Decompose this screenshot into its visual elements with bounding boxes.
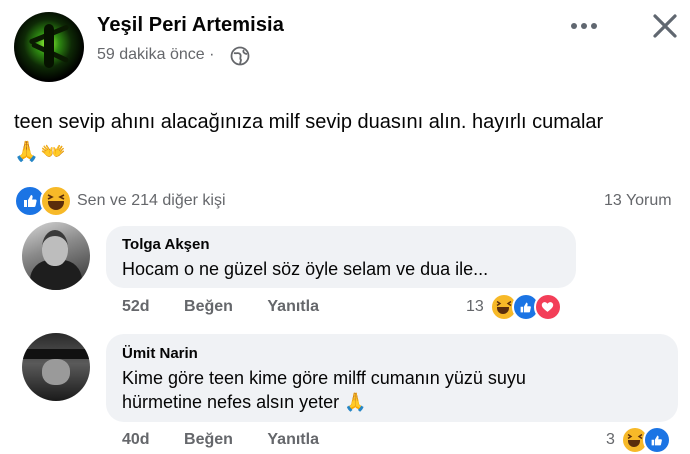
- post-timestamp[interactable]: 59 dakika önce ·: [97, 46, 214, 64]
- comment-reaction-count: 13: [466, 298, 484, 315]
- close-icon[interactable]: [650, 11, 680, 41]
- like-reaction-icon: [642, 426, 671, 454]
- comment-reactions[interactable]: 13: [466, 293, 562, 321]
- reply-button[interactable]: Yanıtla: [267, 431, 319, 448]
- reaction-icons[interactable]: [14, 185, 72, 217]
- comment-text: Hocam o ne güzel söz öyle selam ve dua i…: [122, 259, 489, 279]
- post-time-text[interactable]: 59 dakika önce: [97, 46, 205, 63]
- comment-text-line: hürmetine nefes alsın yeter 🙏: [122, 392, 367, 412]
- post-emojis: 🙏👐: [14, 141, 68, 163]
- author-name[interactable]: Yeşil Peri Artemisia: [97, 14, 284, 37]
- comment-bubble: Ümit Narin Kime göre teen kime göre milf…: [106, 334, 678, 422]
- commenter-avatar[interactable]: [22, 222, 90, 290]
- comment-reactions[interactable]: 3: [606, 426, 671, 454]
- reaction-summary[interactable]: Sen ve 214 diğer kişi: [77, 192, 226, 210]
- commenter-name[interactable]: Tolga Akşen: [122, 236, 210, 253]
- comment-text-line: Kime göre teen kime göre milff cumanın y…: [122, 368, 526, 388]
- comments-count[interactable]: 13 Yorum: [604, 192, 672, 210]
- comment-age[interactable]: 52d: [122, 298, 150, 315]
- comment-actions: 40d Beğen Yanıtla: [122, 431, 319, 449]
- globe-icon: [230, 46, 250, 66]
- post-text: teen sevip ahını alacağınıza milf sevip …: [14, 111, 604, 133]
- haha-reaction-icon: [40, 185, 72, 217]
- commenter-name[interactable]: Ümit Narin: [122, 345, 198, 362]
- comment-reaction-count: 3: [606, 431, 615, 448]
- comment-actions: 52d Beğen Yanıtla: [122, 298, 319, 316]
- more-options-icon[interactable]: [566, 14, 602, 38]
- commenter-avatar[interactable]: [22, 333, 90, 401]
- time-separator: ·: [209, 46, 215, 63]
- comment-bubble: Tolga Akşen Hocam o ne güzel söz öyle se…: [106, 226, 576, 288]
- comment-age[interactable]: 40d: [122, 431, 150, 448]
- reply-button[interactable]: Yanıtla: [267, 298, 319, 315]
- love-reaction-icon: [533, 293, 562, 321]
- like-button[interactable]: Beğen: [184, 431, 233, 448]
- like-button[interactable]: Beğen: [184, 298, 233, 315]
- author-avatar[interactable]: [14, 12, 84, 82]
